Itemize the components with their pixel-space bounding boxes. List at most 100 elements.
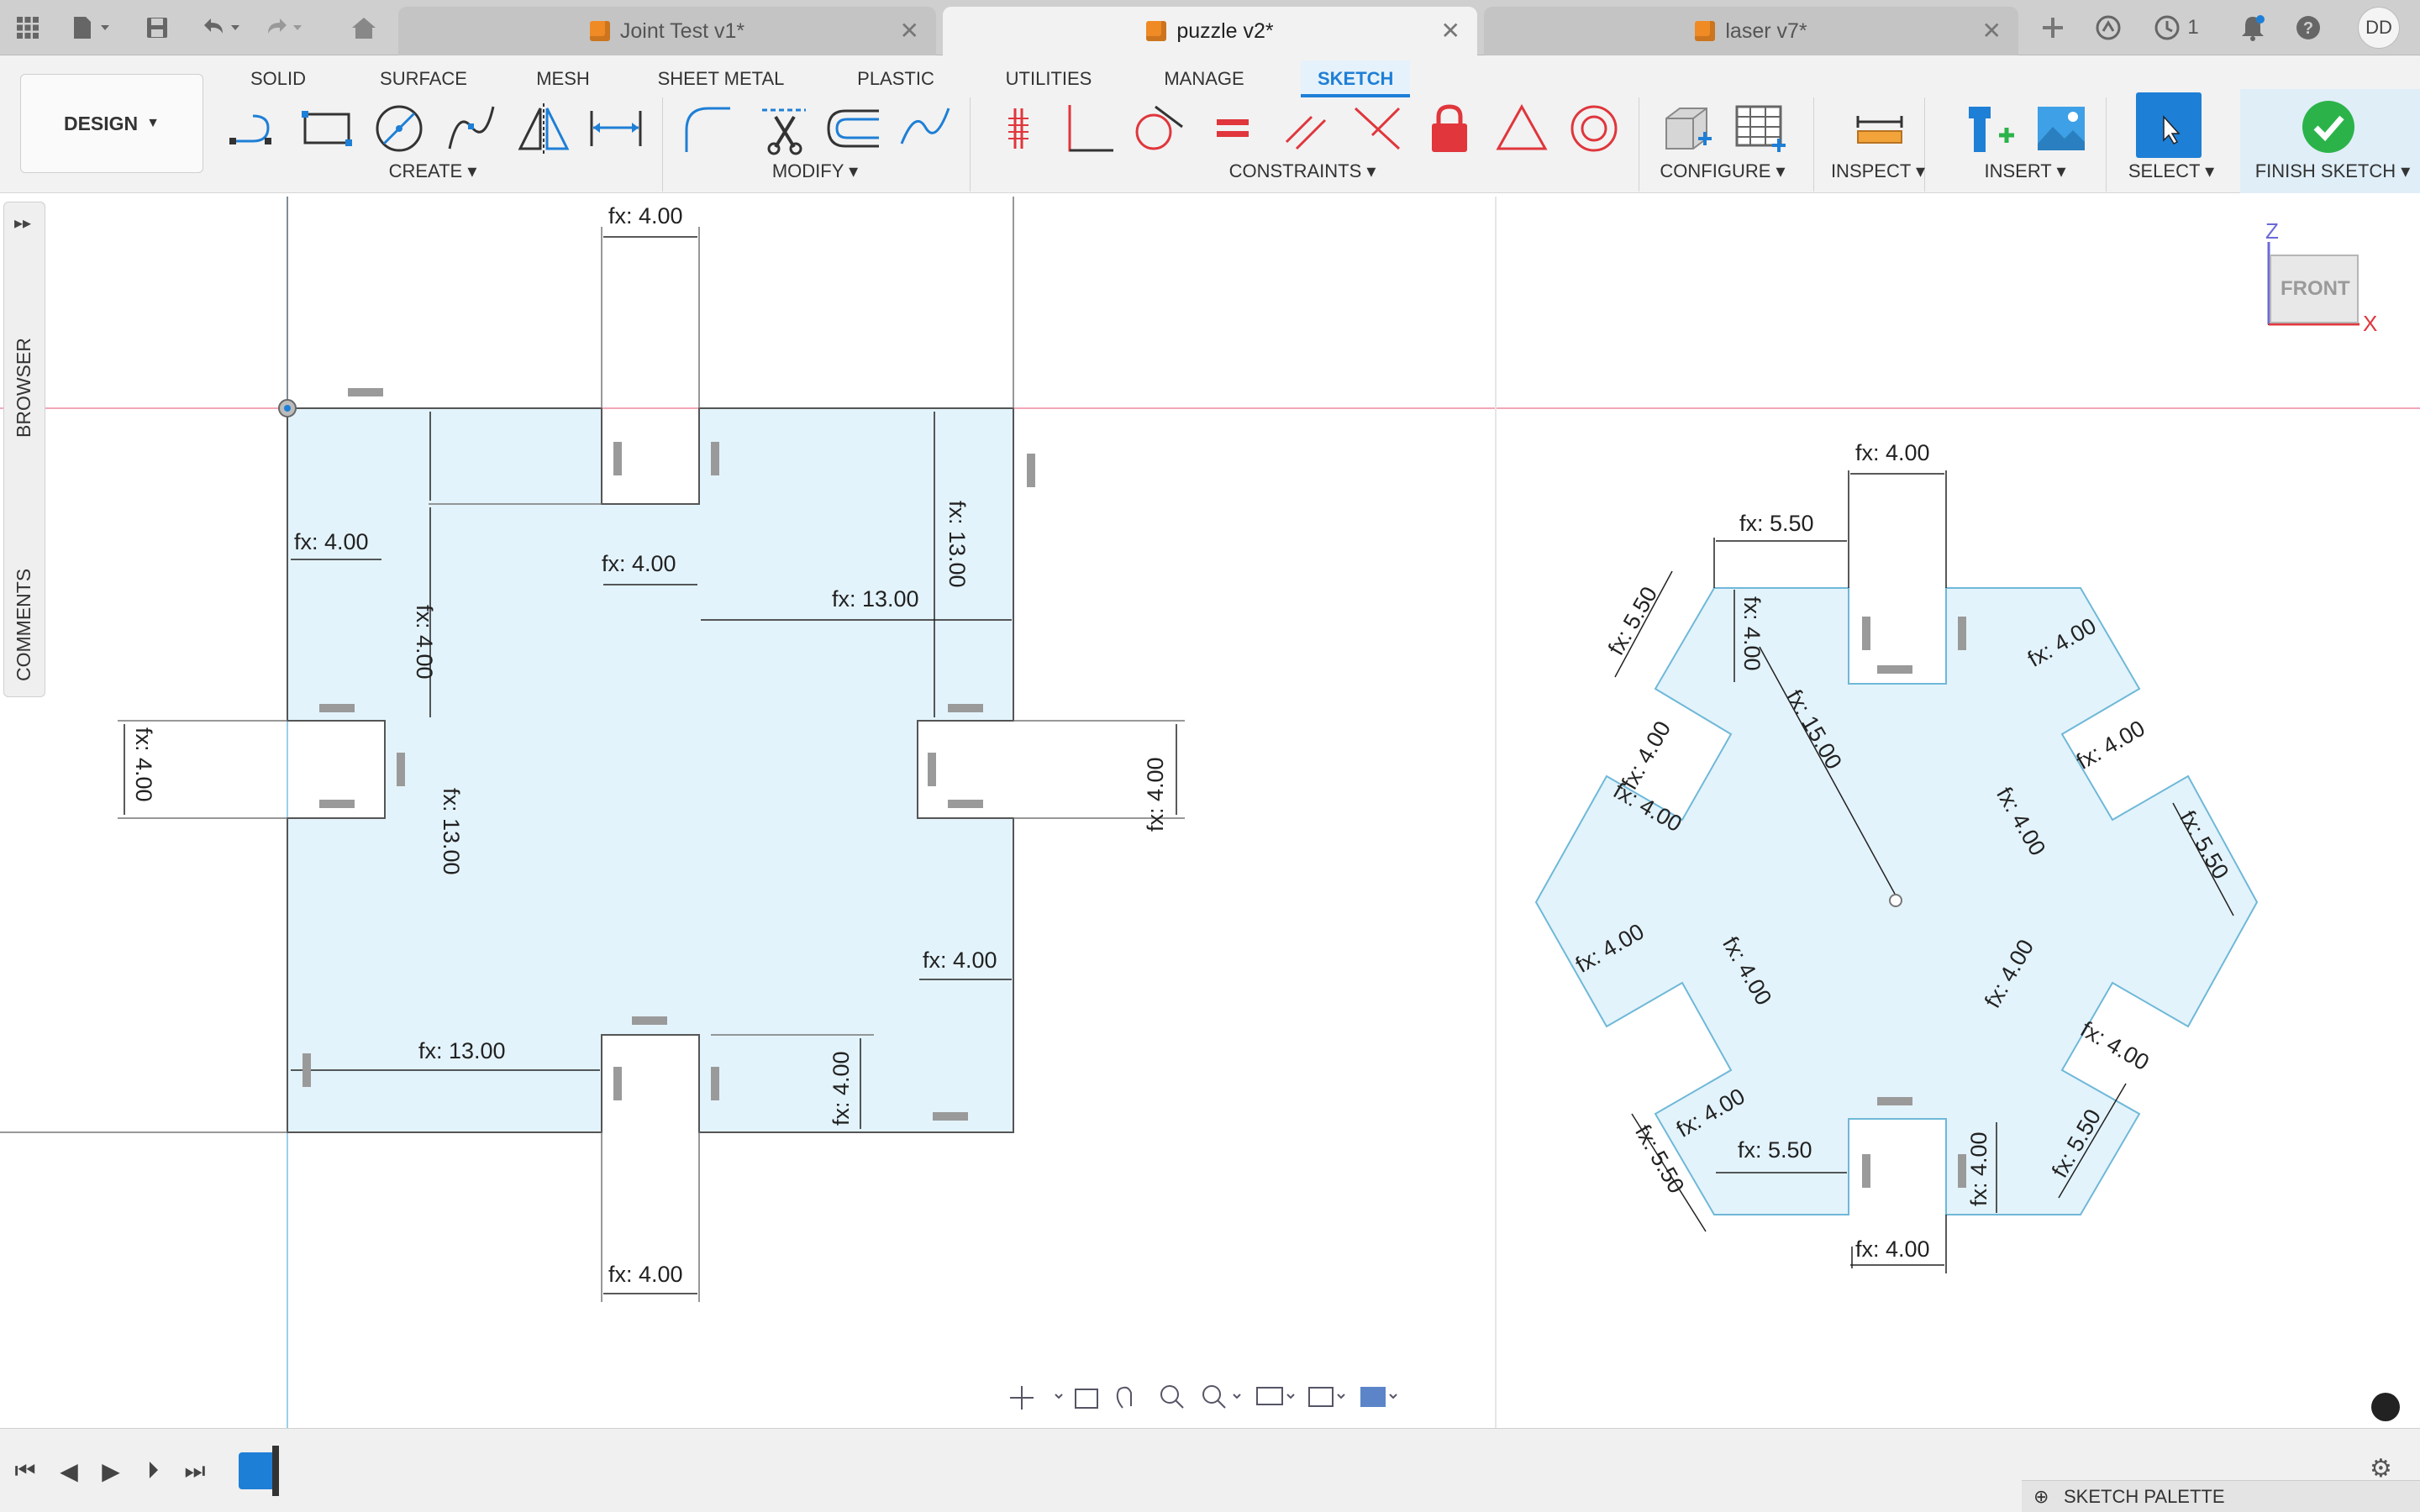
measure-icon[interactable]	[1850, 99, 1909, 158]
sketch-canvas[interactable]: fx: 4.00 fx: 4.00 fx: 4.00 fx: 13.00 fx:…	[0, 193, 2420, 1428]
fillet-tool-icon[interactable]	[677, 99, 736, 158]
step-forward-icon[interactable]: ⏵	[138, 1454, 168, 1488]
document-tab-bar: Joint Test v1* ✕ puzzle v2* ✕ laser v7* …	[0, 0, 2420, 55]
workspace-switcher-button[interactable]: DESIGN ▼	[20, 74, 203, 173]
tab-manage[interactable]: MANAGE	[1158, 60, 1250, 97]
home-icon[interactable]	[345, 8, 383, 47]
finish-sketch-check-icon[interactable]	[2299, 97, 2358, 156]
dimension-label[interactable]: fx: 13.00	[418, 1038, 506, 1064]
tab-plastic[interactable]: PLASTIC	[852, 60, 939, 97]
user-avatar[interactable]: DD	[2358, 7, 2400, 49]
perpendicular-constraint-icon[interactable]	[1059, 99, 1118, 158]
finish-sketch-button[interactable]: FINISH SKETCH ▾	[2249, 158, 2417, 185]
go-to-start-icon[interactable]: ⏮	[10, 1454, 40, 1488]
close-icon[interactable]: ✕	[1982, 17, 2002, 45]
dimension-label[interactable]: fx: 4.00	[1739, 596, 1765, 671]
play-icon[interactable]: ▶	[96, 1454, 126, 1488]
parallel-constraint-icon[interactable]	[1276, 99, 1334, 158]
step-back-icon[interactable]: ◀	[54, 1454, 84, 1488]
tab-utilities[interactable]: UTILITIES	[1000, 60, 1097, 97]
dimension-label[interactable]: fx: 13.00	[438, 788, 464, 875]
timeline-marker[interactable]	[272, 1446, 279, 1496]
notifications-bell-icon[interactable]	[2233, 8, 2272, 47]
front-face-label[interactable]: FRONT	[2281, 277, 2350, 301]
dimension-label[interactable]: fx: 4.00	[1855, 1236, 1930, 1263]
mirror-tool-icon[interactable]	[514, 99, 573, 158]
dimension-label[interactable]: fx: 5.50	[1739, 511, 1814, 537]
sketch-palette-bar[interactable]: ⊕ SKETCH PALETTE	[2022, 1480, 2420, 1512]
comments-panel-tab[interactable]: COMMENTS	[13, 569, 35, 681]
sketch-feature-icon[interactable]	[239, 1452, 276, 1489]
spline-modify-icon[interactable]	[896, 99, 955, 158]
dimension-label[interactable]: fx: 4.00	[602, 551, 676, 577]
tab-puzzle[interactable]: puzzle v2* ✕	[943, 7, 1477, 55]
insert-label: INSERT	[1984, 160, 2052, 181]
midpoint-constraint-icon[interactable]	[1348, 99, 1407, 158]
dimension-label[interactable]: fx: 4.00	[411, 605, 437, 680]
offset-tool-icon[interactable]	[823, 99, 882, 158]
tab-laser[interactable]: laser v7* ✕	[1484, 7, 2018, 55]
dimension-label[interactable]: fx: 4.00	[1143, 757, 1169, 832]
app-badge-icon[interactable]	[2371, 1393, 2400, 1421]
close-icon[interactable]: ✕	[900, 17, 919, 45]
tab-solid[interactable]: SOLID	[244, 60, 313, 97]
coincident-constraint-icon[interactable]	[988, 99, 1047, 158]
tab-sheet-metal[interactable]: SHEET METAL	[652, 60, 790, 97]
select-menu[interactable]: SELECT ▾	[2123, 158, 2220, 185]
dimension-label[interactable]: fx: 5.50	[1738, 1137, 1812, 1163]
dimension-label[interactable]: fx: 4.00	[1855, 440, 1930, 466]
dimension-label[interactable]: fx: 13.00	[832, 586, 919, 612]
go-to-end-icon[interactable]: ⏭	[180, 1454, 210, 1488]
timeline-settings-gear-icon[interactable]: ⚙	[2370, 1454, 2392, 1483]
hex-center-point[interactable]	[1889, 894, 1902, 907]
insert-mcmaster-icon[interactable]	[1960, 99, 2018, 158]
new-tab-icon[interactable]	[2033, 8, 2072, 47]
tangent-constraint-icon[interactable]	[1128, 99, 1186, 158]
redo-icon[interactable]	[257, 8, 308, 47]
svg-text:?: ?	[2303, 19, 2313, 38]
dimension-label[interactable]: fx: 4.00	[294, 529, 369, 555]
rectangle-tool-icon[interactable]	[297, 99, 356, 158]
dimension-label[interactable]: fx: 4.00	[130, 727, 156, 802]
trim-tool-icon[interactable]	[755, 99, 813, 158]
undo-icon[interactable]	[195, 8, 245, 47]
horizontal-vertical-constraint-icon[interactable]	[1492, 99, 1551, 158]
browser-panel-tab[interactable]: BROWSER	[13, 338, 35, 438]
inspect-menu[interactable]: INSPECT ▾	[1823, 158, 1933, 185]
line-tool-icon[interactable]	[225, 99, 284, 158]
equal-constraint-icon[interactable]	[1203, 99, 1262, 158]
select-tool-icon[interactable]	[2136, 92, 2202, 158]
job-status-icon[interactable]: 1	[2143, 8, 2210, 47]
tab-joint-test[interactable]: Joint Test v1* ✕	[398, 7, 936, 55]
save-icon[interactable]	[138, 8, 176, 47]
configuration-table-icon[interactable]	[1731, 99, 1790, 158]
apps-grid-icon[interactable]	[8, 8, 47, 47]
tab-surface[interactable]: SURFACE	[375, 60, 472, 97]
constraints-menu[interactable]: CONSTRAINTS ▾	[1210, 158, 1395, 185]
modify-menu[interactable]: MODIFY ▾	[748, 158, 882, 185]
dimension-label[interactable]: fx: 4.00	[829, 1051, 855, 1126]
spline-tool-icon[interactable]	[442, 99, 501, 158]
file-menu-icon[interactable]	[66, 8, 116, 47]
dimension-label[interactable]: fx: 13.00	[944, 501, 970, 588]
sketch-dimension-tool-icon[interactable]	[587, 99, 645, 158]
close-icon[interactable]: ✕	[1441, 17, 1460, 45]
expand-panel-icon[interactable]: ▸▸	[14, 213, 31, 234]
configure-3d-icon[interactable]	[1657, 99, 1716, 158]
configure-menu[interactable]: CONFIGURE ▾	[1647, 158, 1798, 185]
concentric-constraint-icon[interactable]	[1565, 99, 1623, 158]
create-menu[interactable]: CREATE ▾	[370, 158, 496, 185]
extensions-icon[interactable]	[2089, 8, 2128, 47]
fix-lock-constraint-icon[interactable]	[1420, 99, 1479, 158]
tab-sketch[interactable]: SKETCH	[1301, 60, 1411, 97]
dimension-label[interactable]: fx: 4.00	[1966, 1131, 1992, 1206]
insert-image-icon[interactable]	[2032, 99, 2091, 158]
help-icon[interactable]: ?	[2289, 8, 2328, 47]
dimension-label[interactable]: fx: 4.00	[608, 203, 683, 229]
circle-tool-icon[interactable]	[370, 99, 429, 158]
view-cube[interactable]: Z X FRONT	[2252, 218, 2378, 336]
dimension-label[interactable]: fx: 4.00	[608, 1262, 683, 1288]
tab-mesh[interactable]: MESH	[531, 60, 595, 97]
insert-menu[interactable]: INSERT ▾	[1975, 158, 2075, 185]
dimension-label[interactable]: fx: 4.00	[923, 948, 997, 974]
